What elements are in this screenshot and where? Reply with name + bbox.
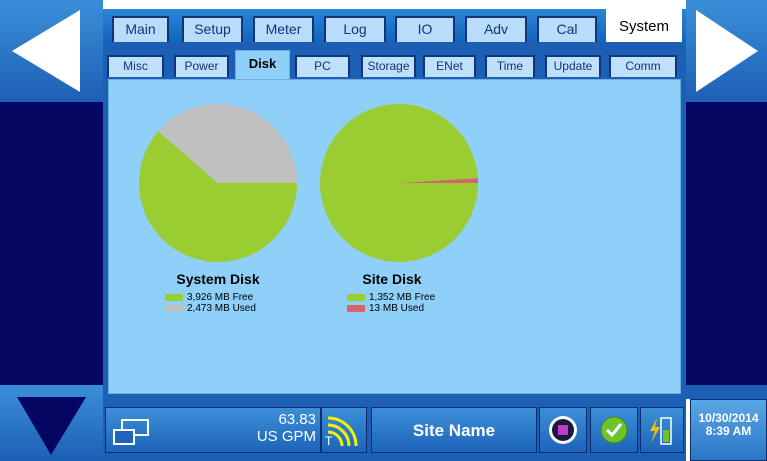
used-swatch <box>165 305 183 312</box>
signal-button[interactable]: T <box>321 407 367 453</box>
tab-adv[interactable]: Adv <box>465 16 527 42</box>
tab-meter[interactable]: Meter <box>253 16 314 42</box>
tab-log[interactable]: Log <box>324 16 386 42</box>
site-disk-title: Site Disk <box>362 271 422 287</box>
site-disk-used-legend: 13 MB Used <box>347 303 424 314</box>
content-area: System Disk 3,926 MB Free 2,473 MB Used … <box>103 79 686 399</box>
flow-readout: 63.83 US GPM <box>257 411 316 445</box>
right-lower-panel <box>686 385 767 399</box>
used-swatch <box>347 305 365 312</box>
signal-label: T <box>325 434 333 448</box>
power-battery-icon <box>650 417 672 445</box>
prev-arrow-button[interactable] <box>0 0 103 102</box>
subtab-misc[interactable]: Misc <box>107 55 164 77</box>
main-tab-bar: Main Setup Meter Log IO Adv Cal System <box>103 9 686 42</box>
site-disk-free-label: 1,352 MB Free <box>369 292 436 303</box>
system-disk-free-legend: 3,926 MB Free <box>165 292 253 303</box>
subtab-storage[interactable]: Storage <box>361 55 416 77</box>
down-arrow-button[interactable] <box>0 385 103 461</box>
disk-panel: System Disk 3,926 MB Free 2,473 MB Used … <box>108 79 681 394</box>
next-arrow-button[interactable] <box>686 0 767 102</box>
display-windows-icon <box>113 419 149 445</box>
tab-system[interactable]: System <box>606 9 682 42</box>
system-disk-used-legend: 2,473 MB Used <box>165 303 256 314</box>
free-swatch <box>347 294 365 301</box>
subtab-update[interactable]: Update <box>545 55 601 77</box>
status-bar: 63.83 US GPM T Site Name <box>103 399 686 461</box>
date-time-display[interactable]: 10/30/2014 8:39 AM <box>690 399 767 461</box>
site-disk-free-slice <box>320 104 478 263</box>
subtab-time[interactable]: Time <box>485 55 535 77</box>
subtab-pc[interactable]: PC <box>295 55 350 77</box>
flow-display[interactable]: 63.83 US GPM <box>105 407 321 453</box>
site-name-display[interactable]: Site Name <box>371 407 537 453</box>
check-icon <box>600 416 628 444</box>
right-side-panel <box>686 102 767 385</box>
status-ok-button[interactable] <box>590 407 638 453</box>
tab-io[interactable]: IO <box>395 16 455 42</box>
left-arrow-icon <box>12 10 80 92</box>
subtab-enet[interactable]: ENet <box>423 55 476 77</box>
subtab-disk[interactable]: Disk <box>235 50 290 79</box>
tab-main[interactable]: Main <box>112 16 169 42</box>
time-text: 8:39 AM <box>705 424 752 438</box>
tab-cal[interactable]: Cal <box>537 16 597 42</box>
right-arrow-icon <box>696 10 758 92</box>
sub-tab-bar: Misc Power Disk PC Storage ENet Time Upd… <box>103 42 686 79</box>
stop-button[interactable] <box>539 407 587 453</box>
site-disk-free-legend: 1,352 MB Free <box>347 292 435 303</box>
left-side-panel <box>0 102 103 385</box>
power-button[interactable] <box>640 407 684 453</box>
subtab-power[interactable]: Power <box>174 55 229 77</box>
system-disk-free-label: 3,926 MB Free <box>187 292 254 303</box>
down-arrow-icon <box>17 397 86 455</box>
free-swatch <box>165 294 183 301</box>
system-disk-pie <box>139 103 297 262</box>
site-name: Site Name <box>412 421 496 440</box>
site-disk-pie <box>320 104 478 263</box>
tab-setup[interactable]: Setup <box>182 16 243 42</box>
stop-icon <box>549 416 577 444</box>
system-disk-title: System Disk <box>176 271 260 287</box>
site-disk-used-label: 13 MB Used <box>369 303 425 314</box>
subtab-comm[interactable]: Comm <box>609 55 677 77</box>
system-disk-used-label: 2,473 MB Used <box>187 303 256 314</box>
flow-value: 63.83 <box>278 411 316 428</box>
flow-unit: US GPM <box>256 428 316 445</box>
